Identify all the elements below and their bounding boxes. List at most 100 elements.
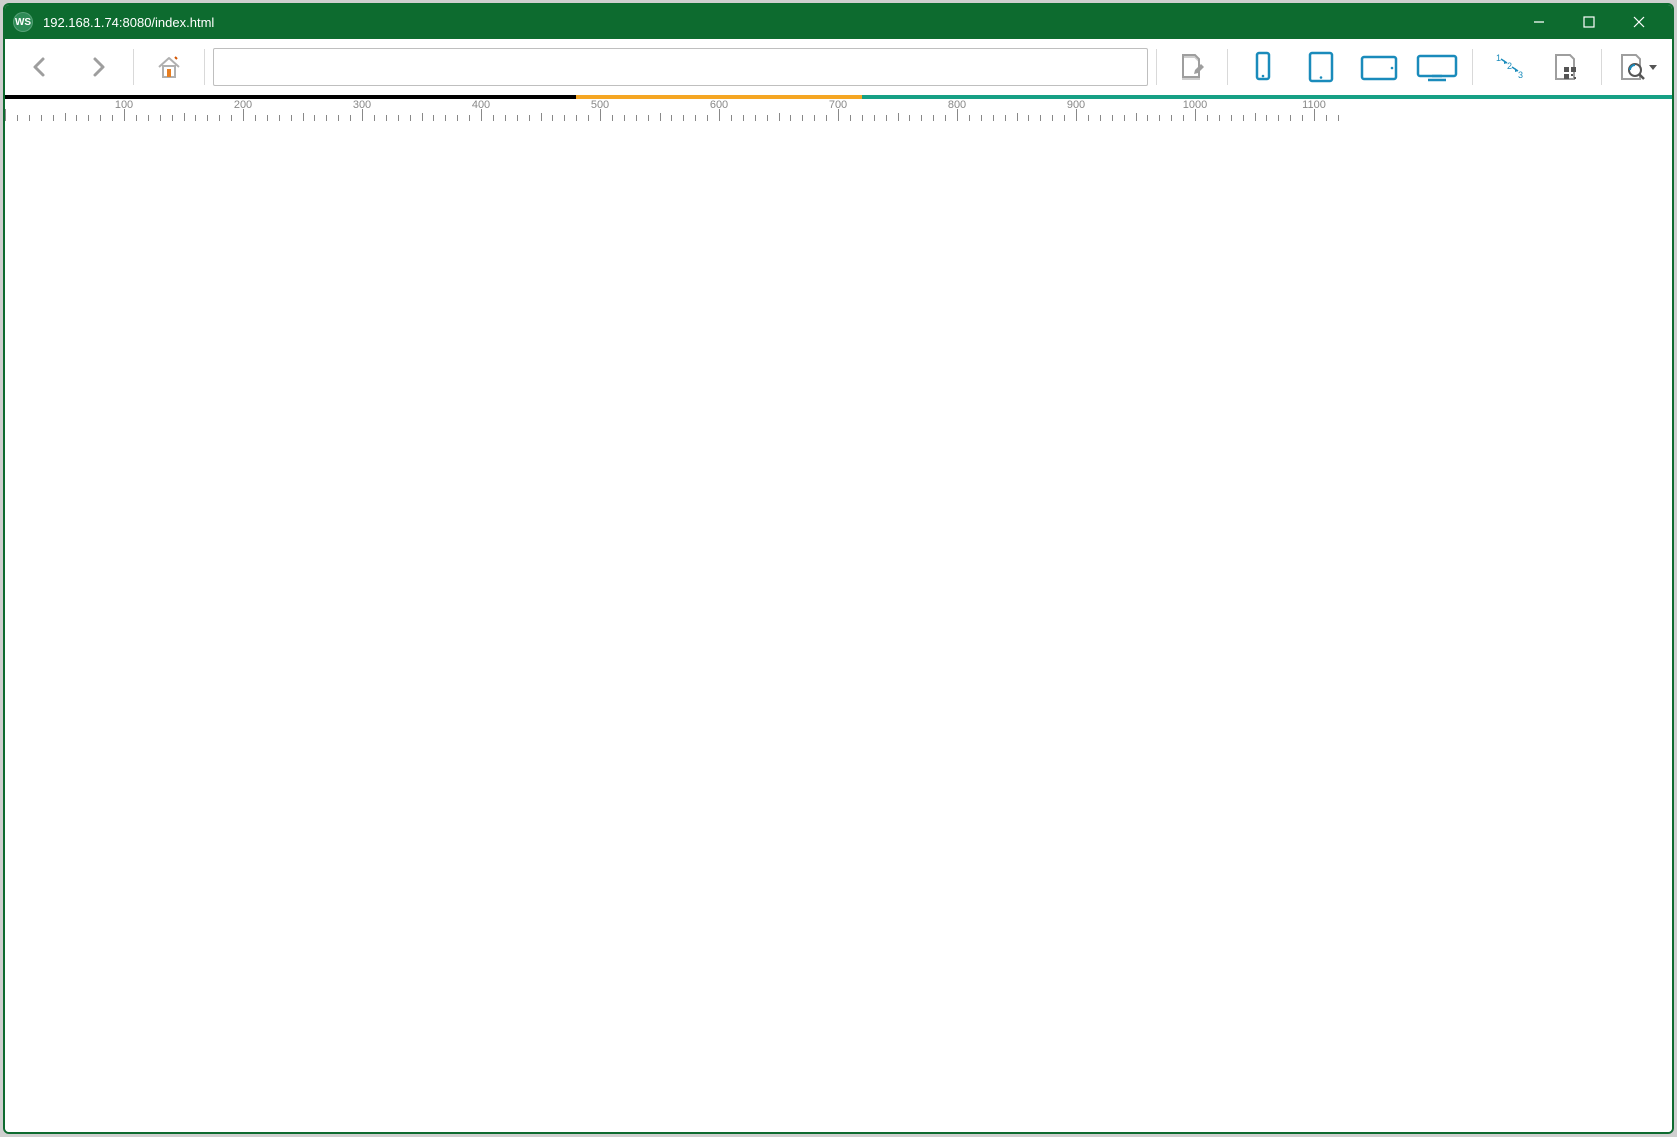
ruler-tick [767, 115, 768, 121]
ruler-tick [5, 109, 6, 121]
ruler-tick [779, 113, 780, 121]
ruler-tick [790, 115, 791, 121]
ruler-tick [850, 115, 851, 121]
ruler-label: 500 [591, 99, 609, 111]
ruler-tick [65, 113, 66, 121]
device-tablet-landscape-button[interactable] [1352, 44, 1406, 90]
toolbar-separator [1601, 49, 1602, 85]
toolbar-separator [204, 49, 205, 85]
ruler-tick [1064, 115, 1065, 121]
ruler-tick [648, 115, 649, 121]
page-content [5, 123, 1672, 1132]
ruler-tick [552, 115, 553, 121]
ruler-tick [1088, 115, 1089, 121]
maximize-icon [1582, 15, 1596, 29]
ruler-tick [88, 115, 89, 121]
ruler-tick [267, 115, 268, 121]
steps-button[interactable]: 1 2 3 [1481, 44, 1535, 90]
titlebar: WS 192.168.1.74:8080/index.html [5, 5, 1672, 39]
chevron-left-icon [29, 56, 51, 78]
ruler-tick [969, 115, 970, 121]
ruler-tick [1255, 113, 1256, 121]
ruler-label: 800 [948, 99, 966, 111]
caret-down-icon [1649, 65, 1657, 70]
ruler-tick [184, 113, 185, 121]
ruler-tick [1171, 115, 1172, 121]
ruler: 10020030040050060070080090010001100 [5, 99, 1672, 123]
ruler-tick [255, 115, 256, 121]
ruler-tick [148, 115, 149, 121]
ruler-tick [1219, 115, 1220, 121]
ruler-tick [1052, 115, 1053, 121]
zoom-icon [1617, 52, 1647, 82]
ruler-tick [981, 115, 982, 121]
page-qr-button[interactable] [1539, 44, 1593, 90]
window-controls [1514, 5, 1664, 39]
ruler-tick [410, 115, 411, 121]
ruler-tick [1159, 115, 1160, 121]
ruler-tick [933, 115, 934, 121]
ruler-tick [493, 115, 494, 121]
ruler-tick [517, 115, 518, 121]
ruler-tick [636, 115, 637, 121]
page-qr-icon [1551, 52, 1581, 82]
ruler-tick [802, 115, 803, 121]
device-tablet-icon [1304, 50, 1338, 84]
minimize-button[interactable] [1514, 5, 1564, 39]
toolbar-separator [1227, 49, 1228, 85]
ruler-tick [219, 115, 220, 121]
ruler-tick [921, 115, 922, 121]
ruler-tick [76, 115, 77, 121]
ruler-tick [17, 115, 18, 121]
back-button[interactable] [13, 44, 67, 90]
ruler-tick [1243, 115, 1244, 121]
ruler-tick [576, 115, 577, 121]
ruler-label: 400 [472, 99, 490, 111]
ruler-label: 100 [115, 99, 133, 111]
forward-button[interactable] [71, 44, 125, 90]
steps-icon: 1 2 3 [1492, 52, 1524, 82]
ruler-tick [886, 115, 887, 121]
zoom-dropdown[interactable] [1610, 44, 1664, 90]
ruler-tick [291, 115, 292, 121]
ruler-tick [1005, 115, 1006, 121]
ruler-label: 300 [353, 99, 371, 111]
svg-text:1: 1 [1496, 53, 1501, 63]
ruler-tick [588, 115, 589, 121]
svg-text:3: 3 [1518, 70, 1523, 80]
maximize-button[interactable] [1564, 5, 1614, 39]
ruler-tick [755, 115, 756, 121]
device-phone-button[interactable] [1236, 44, 1290, 90]
edit-page-icon [1177, 52, 1207, 82]
toolbar-separator [133, 49, 134, 85]
ruler-tick [743, 115, 744, 121]
ruler-label: 1100 [1302, 99, 1326, 111]
ruler-tick [386, 115, 387, 121]
ruler-tick [814, 115, 815, 121]
ruler-tick [1124, 115, 1125, 121]
ruler-tick [695, 115, 696, 121]
ruler-tick [445, 115, 446, 121]
ruler-tick [683, 115, 684, 121]
device-tablet-button[interactable] [1294, 44, 1348, 90]
close-icon [1632, 15, 1646, 29]
edit-page-button[interactable] [1165, 44, 1219, 90]
ruler-label: 600 [710, 99, 728, 111]
device-desktop-button[interactable] [1410, 44, 1464, 90]
url-input[interactable] [213, 48, 1148, 86]
ruler-tick [1028, 115, 1029, 121]
device-tablet-landscape-icon [1359, 50, 1399, 84]
ruler-tick [862, 115, 863, 121]
ruler-tick [731, 115, 732, 121]
toolbar-separator [1156, 49, 1157, 85]
ruler-tick [541, 113, 542, 121]
home-button[interactable] [142, 44, 196, 90]
ruler-label: 1000 [1183, 99, 1207, 111]
home-icon [155, 53, 183, 81]
ruler-tick [422, 113, 423, 121]
ruler-tick [1136, 113, 1137, 121]
ruler-tick [1112, 115, 1113, 121]
ruler-tick [505, 115, 506, 121]
chevron-right-icon [87, 56, 109, 78]
close-button[interactable] [1614, 5, 1664, 39]
